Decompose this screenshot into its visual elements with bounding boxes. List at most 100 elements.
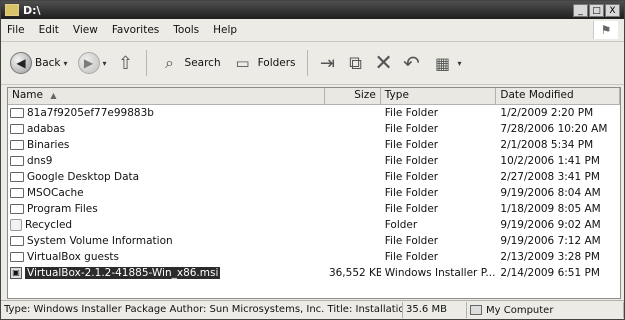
column-header-type[interactable]: Type [381, 88, 497, 104]
item-type: File Folder [384, 171, 439, 183]
column-header-date[interactable]: Date Modified [496, 88, 620, 104]
folder-icon [10, 140, 24, 150]
toolbar-separator [145, 50, 147, 76]
item-date: 7/28/2006 10:20 AM [500, 123, 608, 135]
status-location-label: My Computer [486, 304, 554, 316]
item-type: File Folder [384, 187, 439, 199]
window-title: D:\ [23, 3, 41, 17]
list-item[interactable]: dns9 File Folder 10/2/2006 1:41 PM [8, 153, 620, 169]
menu-file[interactable]: File [7, 24, 25, 36]
list-item[interactable]: MSOCache File Folder 9/19/2006 8:04 AM [8, 185, 620, 201]
list-item[interactable]: adabas File Folder 7/28/2006 10:20 AM [8, 121, 620, 137]
my-computer-icon [470, 305, 482, 315]
move-to-icon[interactable]: ⇥ [316, 51, 340, 75]
column-header-name[interactable]: Name ▲ [8, 88, 325, 104]
title-bar[interactable]: D:\ _ □ X [1, 1, 624, 19]
search-button[interactable]: ⌕ Search [155, 49, 224, 77]
menu-bar: File Edit View Favorites Tools Help ⚑ [1, 19, 624, 42]
item-type: File Folder [384, 107, 439, 119]
status-bar: Type: Windows Installer Package Author: … [1, 300, 624, 319]
item-name: System Volume Information [27, 235, 173, 247]
item-name: Binaries [27, 139, 70, 151]
item-name: MSOCache [27, 187, 84, 199]
status-size: 35.6 MB [403, 302, 467, 318]
item-type: Windows Installer P... [384, 267, 496, 279]
item-name: Recycled [25, 219, 73, 231]
list-item[interactable]: Program Files File Folder 1/18/2009 8:05… [8, 201, 620, 217]
item-name: adabas [27, 123, 66, 135]
folders-label: Folders [257, 57, 296, 69]
folders-icon: ▭ [235, 54, 250, 72]
menu-view[interactable]: View [73, 24, 98, 36]
list-item[interactable]: System Volume Information File Folder 9/… [8, 233, 620, 249]
forward-arrow-icon: ▶ [77, 52, 100, 74]
item-size: 36,552 KB [328, 267, 381, 279]
toolbar-separator [306, 50, 308, 76]
list-item-selected[interactable]: ▣ VirtualBox-2.1.2-41885-Win_x86.msi 36,5… [8, 265, 620, 281]
folder-icon [10, 172, 24, 182]
back-dropdown-icon[interactable]: ▾ [64, 59, 68, 68]
item-type: File Folder [384, 155, 439, 167]
forward-button[interactable]: ▶ ▾ [75, 50, 110, 76]
copy-to-icon[interactable]: ⧉ [344, 51, 368, 75]
item-name: VirtualBox guests [27, 251, 120, 263]
list-item[interactable]: 81a7f9205ef77e99883b File Folder 1/2/200… [8, 105, 620, 121]
drive-icon [5, 4, 19, 16]
back-arrow-icon: ◀ [10, 52, 32, 74]
delete-icon[interactable]: ✕ [372, 51, 396, 76]
close-button[interactable]: X [605, 3, 620, 17]
undo-icon[interactable]: ↶ [400, 51, 424, 75]
list-item[interactable]: Binaries File Folder 2/1/2008 5:34 PM [8, 137, 620, 153]
minimize-button[interactable]: _ [573, 3, 588, 17]
item-name: 81a7f9205ef77e99883b [27, 107, 154, 119]
menu-favorites[interactable]: Favorites [112, 24, 159, 36]
item-type: File Folder [384, 235, 439, 247]
folder-icon [10, 204, 24, 214]
column-header-size[interactable]: Size [325, 88, 381, 104]
item-date: 2/13/2009 3:28 PM [500, 251, 600, 263]
back-button[interactable]: ◀ Back ▾ [7, 50, 71, 76]
folders-button[interactable]: ▭ Folders [228, 49, 299, 77]
status-info: Type: Windows Installer Package Author: … [1, 302, 403, 318]
folder-icon [10, 156, 24, 166]
item-name: Program Files [27, 203, 98, 215]
sort-ascending-icon: ▲ [50, 91, 57, 100]
item-name: VirtualBox-2.1.2-41885-Win_x86.msi [25, 267, 221, 279]
folder-icon [10, 236, 24, 246]
back-label: Back [35, 57, 61, 69]
maximize-button[interactable]: □ [589, 3, 604, 17]
folder-icon [10, 108, 24, 118]
item-name: dns9 [27, 155, 53, 167]
item-date: 2/14/2009 6:51 PM [500, 267, 600, 279]
menu-tools[interactable]: Tools [173, 24, 199, 36]
toolbar: ◀ Back ▾ ▶ ▾ ⇧ ⌕ Search ▭ Folders ⇥ ⧉ ✕ … [1, 42, 624, 85]
item-date: 2/1/2008 5:34 PM [500, 139, 594, 151]
item-type: Folder [384, 219, 418, 231]
list-item[interactable]: VirtualBox guests File Folder 2/13/2009 … [8, 249, 620, 265]
views-icon: ▦ [434, 53, 451, 73]
window-controls: _ □ X [573, 3, 620, 17]
item-type: File Folder [384, 251, 439, 263]
item-date: 9/19/2006 8:04 AM [500, 187, 601, 199]
views-button[interactable]: ▦ ▾ [428, 49, 465, 77]
explorer-window: D:\ _ □ X File Edit View Favorites Tools… [0, 0, 625, 320]
item-type: File Folder [384, 203, 439, 215]
forward-dropdown-icon[interactable]: ▾ [103, 59, 107, 68]
item-type: File Folder [384, 139, 439, 151]
menu-edit[interactable]: Edit [39, 24, 59, 36]
item-date: 1/2/2009 2:20 PM [500, 107, 594, 119]
item-date: 2/27/2008 3:41 PM [500, 171, 600, 183]
column-header-row: Name ▲ Size Type Date Modified [8, 88, 620, 105]
item-date: 9/19/2006 9:02 AM [500, 219, 601, 231]
folder-icon [10, 188, 24, 198]
status-location: My Computer [467, 302, 624, 318]
msi-file-icon: ▣ [10, 267, 22, 279]
menu-help[interactable]: Help [213, 24, 237, 36]
views-dropdown-icon[interactable]: ▾ [458, 59, 462, 68]
item-date: 9/19/2006 7:12 AM [500, 235, 601, 247]
up-folder-icon[interactable]: ⇧ [114, 51, 138, 75]
list-item[interactable]: Google Desktop Data File Folder 2/27/200… [8, 169, 620, 185]
file-list: Name ▲ Size Type Date Modified 81a7f9205… [7, 87, 621, 299]
folder-icon [10, 124, 24, 134]
list-item[interactable]: Recycled Folder 9/19/2006 9:02 AM [8, 217, 620, 233]
